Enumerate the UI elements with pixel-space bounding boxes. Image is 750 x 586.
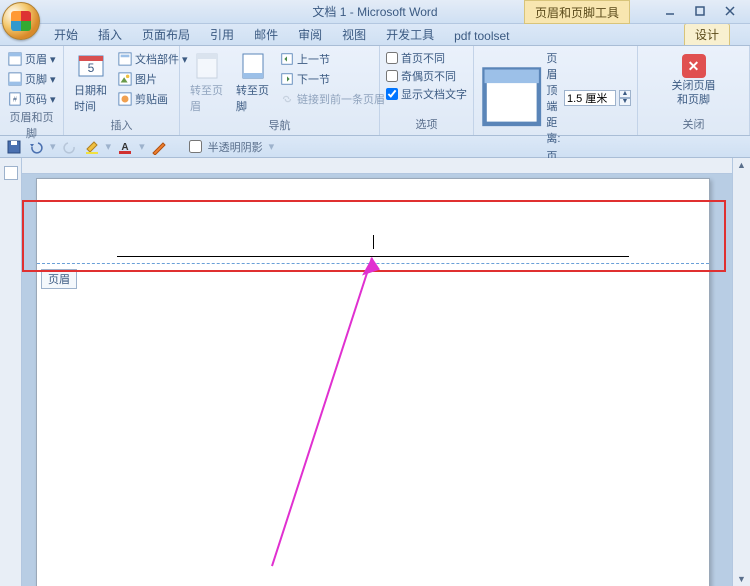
calendar-icon: 5 — [77, 52, 105, 80]
parts-icon — [118, 52, 132, 66]
previous-section-button[interactable]: 上一节 — [278, 50, 387, 68]
goto-footer-icon — [239, 52, 267, 80]
document-page[interactable]: 页眉 — [36, 178, 710, 586]
next-section-icon — [280, 72, 294, 86]
header-tag-label: 页眉 — [41, 269, 77, 289]
different-first-page-checkbox[interactable]: 首页不同 — [386, 50, 467, 66]
header-margin-icon — [480, 65, 543, 131]
svg-text:5: 5 — [88, 61, 95, 75]
show-document-text-checkbox[interactable]: 显示文档文字 — [386, 86, 467, 102]
quick-parts-button[interactable]: 文档部件 ▾ — [116, 50, 190, 68]
shadow-checkbox[interactable] — [189, 140, 202, 153]
group-label-options: 选项 — [386, 115, 467, 133]
text-cursor — [373, 235, 374, 249]
link-icon — [280, 92, 294, 106]
goto-header-button[interactable]: 转至页眉 — [186, 50, 228, 116]
vertical-scrollbar[interactable] — [732, 158, 750, 586]
goto-header-icon — [193, 52, 221, 80]
shadow-label: 半透明阴影 — [208, 139, 263, 155]
ribbon-tabs: 开始 插入 页面布局 引用 邮件 审阅 视图 开发工具 pdf toolset … — [0, 24, 750, 46]
group-label-insert: 插入 — [70, 116, 173, 134]
header-top-spinner[interactable]: ▲▼ — [619, 90, 631, 106]
page-number-button[interactable]: #页码 ▾ — [6, 90, 58, 108]
close-header-footer-button[interactable]: ✕ 关闭页眉 和页脚 — [664, 50, 724, 110]
close-x-icon: ✕ — [682, 54, 706, 78]
footer-icon — [8, 72, 22, 86]
header-icon — [8, 52, 22, 66]
highlight-color-icon[interactable] — [84, 139, 100, 155]
contextual-tab-label: 页眉和页脚工具 — [524, 0, 630, 24]
tab-insert[interactable]: 插入 — [88, 24, 132, 45]
save-icon[interactable] — [6, 139, 22, 155]
clipart-icon — [118, 92, 132, 106]
header-button[interactable]: 页眉 ▾ — [6, 50, 58, 68]
tab-mailings[interactable]: 邮件 — [244, 24, 288, 45]
group-label-header-footer: 页眉和页脚 — [6, 108, 57, 142]
title-bar: 文档 1 - Microsoft Word 页眉和页脚工具 — [0, 0, 750, 24]
svg-text:#: # — [13, 97, 17, 104]
quick-access-toolbar: ▾ ▾ A ▾ 半透明阴影 ▾ — [0, 136, 750, 158]
redo-icon[interactable] — [62, 139, 78, 155]
tab-pdf-toolset[interactable]: pdf toolset — [444, 27, 519, 45]
group-label-navigation: 导航 — [186, 116, 373, 134]
tab-review[interactable]: 审阅 — [288, 24, 332, 45]
picture-icon — [118, 72, 132, 86]
undo-icon[interactable] — [28, 139, 44, 155]
header-top-label: 页眉顶端距离: — [546, 50, 561, 146]
tab-layout[interactable]: 页面布局 — [132, 24, 200, 45]
goto-footer-button[interactable]: 转至页脚 — [232, 50, 274, 116]
draw-tool-icon[interactable] — [151, 139, 167, 155]
vertical-ruler[interactable] — [0, 158, 22, 586]
page-number-icon: # — [8, 92, 22, 106]
next-section-button[interactable]: 下一节 — [278, 70, 387, 88]
font-color-icon[interactable]: A — [117, 139, 133, 155]
tab-references[interactable]: 引用 — [200, 24, 244, 45]
window-title: 文档 1 - Microsoft Word — [312, 3, 437, 20]
link-previous-button[interactable]: 链接到前一条页眉 — [278, 90, 387, 108]
ribbon: 页眉 ▾ 页脚 ▾ #页码 ▾ 页眉和页脚 5日期和时间 文档部件 ▾ 图片 剪… — [0, 46, 750, 136]
tab-home[interactable]: 开始 — [44, 24, 88, 45]
horizontal-ruler[interactable] — [22, 158, 732, 174]
tab-view[interactable]: 视图 — [332, 24, 376, 45]
different-odd-even-checkbox[interactable]: 奇偶页不同 — [386, 68, 467, 84]
minimize-button[interactable] — [656, 2, 684, 20]
date-time-button[interactable]: 5日期和时间 — [70, 50, 112, 116]
clip-art-button[interactable]: 剪贴画 — [116, 90, 190, 108]
prev-section-icon — [280, 52, 294, 66]
office-button[interactable] — [2, 2, 40, 40]
footer-button[interactable]: 页脚 ▾ — [6, 70, 58, 88]
header-boundary-line — [37, 263, 709, 264]
header-top-input[interactable] — [564, 90, 616, 106]
group-label-close: 关闭 — [644, 115, 743, 133]
document-workspace: 页眉 — [0, 158, 750, 586]
maximize-button[interactable] — [686, 2, 714, 20]
close-window-button[interactable] — [716, 2, 744, 20]
tab-developer[interactable]: 开发工具 — [376, 24, 444, 45]
picture-button[interactable]: 图片 — [116, 70, 190, 88]
tab-design[interactable]: 设计 — [684, 23, 730, 45]
